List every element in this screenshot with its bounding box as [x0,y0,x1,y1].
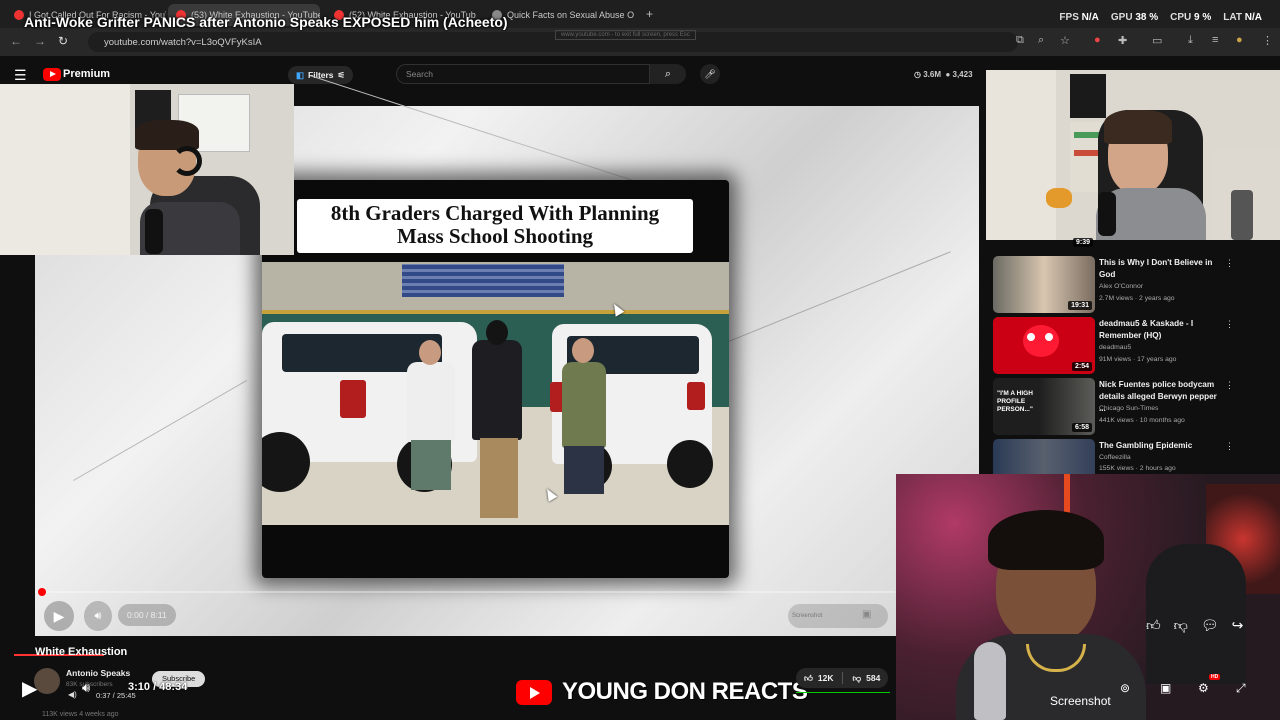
share-icon[interactable]: ↪ [1232,617,1244,634]
puzzle-icon[interactable]: ✚ [1118,34,1127,47]
channel-name[interactable]: Antonio Speaks [66,668,130,678]
video-title: White Exhaustion [35,646,128,658]
tab-label: Quick Facts on Sexual Abuse Of [507,10,634,20]
header-stats: ◷ 3.6M ● 3,423 [914,70,973,79]
microphone-icon[interactable]: 🎤︎ [700,64,720,84]
url-text: youtube.com/watch?v=L3oQVFyKsIA [104,36,262,48]
player-right-controls[interactable]: Screenshot [788,604,888,628]
screenshot-label[interactable]: Screenshot [1050,694,1111,708]
recommendation-meta: 441K views · 10 months ago [1099,417,1185,424]
more-options-icon[interactable]: ⋮ [1225,319,1234,330]
captions-icon[interactable]: ▣ [862,609,871,620]
flag-banner [402,264,564,297]
search-icon[interactable]: ⌕ [650,64,686,84]
sidebar-icon[interactable]: ▭ [1152,34,1162,47]
headline-line-1: 8th Graders Charged With Planning [330,201,660,225]
thumbs-down-icon[interactable]: 👎︎ [852,673,861,684]
browser-menu-icon[interactable]: ⋮ [1262,34,1273,47]
dislike-icon[interactable]: 👎︎ [1174,617,1188,634]
recommendation-title[interactable]: This is Why I Don't Believe in God [1099,257,1217,281]
volume-small-icon[interactable]: ◀) [68,690,77,699]
video-thumbnail[interactable]: "I'M A HIGH PROFILE PERSON..." 6:58 [993,378,1095,435]
youtube-favicon-icon [14,10,24,20]
more-options-icon[interactable]: ⋮ [1225,380,1234,391]
recommendation-meta: 2.7M views · 2 years ago [1099,295,1175,302]
zoom-icon[interactable]: ⌕ [1038,34,1044,47]
autoplay-toggle-icon[interactable]: ⊚ [1120,681,1130,695]
like-count: 12K [817,673,834,683]
hamburger-menu-icon[interactable]: ☰ [14,67,27,84]
recommendation-item[interactable]: 19:31 This is Why I Don't Believe in God… [993,256,1243,314]
news-headline: 8th Graders Charged With Planning Mass S… [297,199,693,253]
youtube-logo-icon [516,680,552,705]
webcam-streamer-left [0,84,294,255]
captions-icon[interactable]: ▣ [1160,681,1171,695]
settings-gear-icon[interactable]: ⚙ [1198,681,1209,695]
cc-label: Screenshot [792,613,823,619]
video-time: 0:00 / 8:11 [118,604,176,626]
youtube-brand[interactable]: Premium [63,68,110,80]
more-options-icon[interactable]: ⋮ [1225,258,1234,269]
fullscreen-note: www.youtube.com - to exit full screen, p… [555,30,696,40]
headline-line-2: Mass School Shooting [396,224,594,248]
youtube-logo-icon[interactable] [43,68,61,81]
video-progress-bar[interactable] [35,591,895,593]
recommendation-meta: 91M views · 17 years ago [1099,356,1177,363]
thumbs-up-icon[interactable]: 👍︎ [804,673,813,684]
video-thumbnail[interactable]: 2:54 [993,317,1095,374]
download-icon[interactable]: ⤓ [1188,34,1193,47]
back-icon[interactable]: ← [10,34,22,48]
recommendation-channel[interactable]: Alex O'Connor [1099,283,1143,290]
hd-badge: HD [1209,674,1221,680]
main-time: 3:10 / 48:34 [128,681,188,693]
recommendation-item[interactable]: The Gambling Epidemic Coffeezilla 155K v… [993,439,1243,474]
webcam-streamer-right [986,70,1280,240]
url-field[interactable]: youtube.com/watch?v=L3oQVFyKsIA [88,32,1018,52]
recommendation-channel[interactable]: deadmau5 [1099,344,1131,351]
filter-icon: ◧ [296,69,305,80]
filters-button[interactable]: ◧ Filters ⚟ [288,66,354,84]
new-tab-icon[interactable]: + [646,7,653,21]
install-icon[interactable]: ⧉ [1016,34,1024,47]
video-duration: 9:39 [1073,238,1094,247]
volume-icon[interactable]: 🔊︎ [84,601,112,631]
recommendation-channel[interactable]: Chicago Sun-Times [1099,405,1158,412]
stream-brand: YOUNG DON REACTS [562,678,808,705]
bookmark-star-icon[interactable]: ☆ [1060,34,1070,47]
recommendation-item[interactable]: 2:54 deadmau5 & Kaskade - I Remember (HQ… [993,317,1243,375]
performance-overlay: FPS N/A GPU 38 % CPU 9 % LAT N/A [1059,12,1262,23]
profile-avatar-icon[interactable]: ● [1236,34,1243,46]
reload-icon[interactable]: ↻ [58,34,68,48]
like-dislike-button[interactable]: 👍︎ 12K 👎︎ 584 [796,668,889,688]
webcam-streamer-bottom [896,474,1280,720]
recommendation-title[interactable]: deadmau5 & Kaskade - I Remember (HQ) [1099,318,1217,342]
stream-title-overlay: Anti-Woke Grifter PANICS after Antonio S… [24,14,508,30]
recommendation-title[interactable]: The Gambling Epidemic [1099,440,1217,452]
comment-icon[interactable]: 💬︎ [1201,617,1219,634]
recommendation-item[interactable]: "I'M A HIGH PROFILE PERSON..." 6:58 Nick… [993,378,1243,436]
volume-icon[interactable]: 🔊︎ [82,680,90,696]
extension-icon[interactable]: ● [1094,34,1101,46]
media-icon[interactable]: ≡ [1212,34,1218,46]
progress-scrubber[interactable] [38,588,46,596]
secondary-time: 0:37 / 25:45 [96,691,136,700]
news-photo [262,262,729,525]
like-ratio-bar [796,692,890,693]
forward-icon[interactable]: → [34,34,46,48]
search-input[interactable]: Search [396,64,650,84]
recommendation-meta: 155K views · 2 hours ago [1099,465,1176,472]
more-options-icon[interactable]: ⋮ [1225,441,1234,452]
play-icon[interactable]: ▶ [22,676,52,700]
recommendation-channel[interactable]: Coffeezilla [1099,454,1131,461]
sliders-icon: ⚟ [337,69,346,80]
video-thumbnail[interactable]: 19:31 [993,256,1095,313]
view-count: 113K views 4 weeks ago [42,711,119,718]
like-icon[interactable]: 👍︎ [1146,617,1161,634]
fullscreen-icon[interactable]: ⤢ [1236,681,1246,696]
play-button[interactable]: ▶ [44,601,74,631]
action-icons: 👍︎ 👎︎ 💬︎ ↪ [1146,617,1243,634]
video-thumbnail[interactable] [993,439,1095,474]
dislike-count: 584 [866,673,881,683]
